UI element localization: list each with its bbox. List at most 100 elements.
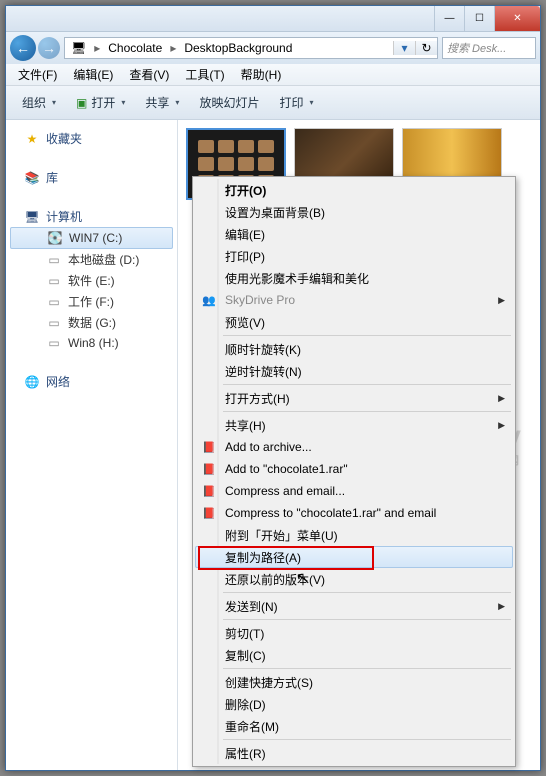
menu-view[interactable]: 查看(V) xyxy=(121,66,177,83)
sidebar-drive[interactable]: ▭本地磁盘 (D:) xyxy=(6,249,177,270)
back-button[interactable]: ← xyxy=(10,35,36,61)
breadcrumb-seg[interactable]: Chocolate xyxy=(102,38,168,58)
drive-icon: ▭ xyxy=(46,294,62,310)
chevron-right-icon: ▸ xyxy=(168,41,178,55)
menu-file[interactable]: 文件(F) xyxy=(10,66,65,83)
titlebar: — ☐ ✕ xyxy=(6,6,540,32)
forward-button[interactable]: → xyxy=(38,37,60,59)
menu-item-label: 使用光影魔术手编辑和美化 xyxy=(225,270,369,287)
submenu-arrow-icon: ▶ xyxy=(498,420,505,431)
menu-item-label: Compress to "chocolate1.rar" and email xyxy=(225,506,436,520)
open-button[interactable]: ▣打开 xyxy=(68,94,133,111)
context-menu-item[interactable]: 剪切(T) xyxy=(195,622,513,644)
drive-icon: ▭ xyxy=(46,315,62,331)
menu-item-icon: 📕 xyxy=(201,483,217,499)
menu-separator xyxy=(223,592,511,593)
context-menu-item[interactable]: 删除(D) xyxy=(195,693,513,715)
menu-help[interactable]: 帮助(H) xyxy=(233,66,290,83)
menu-item-icon: 📕 xyxy=(201,439,217,455)
menu-item-label: 复制(C) xyxy=(225,647,266,664)
drive-label: 数据 (G:) xyxy=(68,314,116,331)
context-menu-item[interactable]: 使用光影魔术手编辑和美化 xyxy=(195,267,513,289)
context-menu-item[interactable]: 还原以前的版本(V) xyxy=(195,568,513,590)
maximize-button[interactable]: ☐ xyxy=(464,6,494,31)
refresh-button[interactable]: ▾ xyxy=(393,41,415,55)
context-menu-item[interactable]: 重命名(M) xyxy=(195,715,513,737)
context-menu-item[interactable]: 打印(P) xyxy=(195,245,513,267)
slideshow-button[interactable]: 放映幻灯片 xyxy=(191,94,267,111)
breadcrumb-seg[interactable]: DesktopBackground xyxy=(178,38,298,58)
context-menu-item[interactable]: 编辑(E) xyxy=(195,223,513,245)
context-menu-item[interactable]: 属性(R) xyxy=(195,742,513,764)
drive-icon: ▭ xyxy=(46,335,62,351)
menu-separator xyxy=(223,411,511,412)
sidebar-drive[interactable]: ▭工作 (F:) xyxy=(6,291,177,312)
sidebar-computer[interactable]: 🖥 计算机 xyxy=(6,206,177,227)
context-menu-item: 👥SkyDrive Pro▶ xyxy=(195,289,513,311)
sidebar-drive[interactable]: 💽WIN7 (C:) xyxy=(10,227,173,249)
sidebar-drive[interactable]: ▭ Win8 (H:) xyxy=(6,333,177,353)
menubar: 文件(F) 编辑(E) 查看(V) 工具(T) 帮助(H) xyxy=(6,64,540,86)
organize-button[interactable]: 组织 xyxy=(14,94,64,111)
menu-separator xyxy=(223,739,511,740)
sidebar-network[interactable]: 🌐 网络 xyxy=(6,371,177,392)
menu-item-icon: 📕 xyxy=(201,505,217,521)
context-menu-item[interactable]: 📕 Add to archive... xyxy=(195,436,513,458)
sidebar-drive[interactable]: ▭ 数据 (G:) xyxy=(6,312,177,333)
submenu-arrow-icon: ▶ xyxy=(498,393,505,404)
submenu-arrow-icon: ▶ xyxy=(498,601,505,612)
context-menu-item[interactable]: 附到「开始」菜单(U) xyxy=(195,524,513,546)
menu-item-label: 创建快捷方式(S) xyxy=(225,674,313,691)
menu-item-label: 重命名(M) xyxy=(225,718,279,735)
breadcrumb[interactable]: 🖥 ▸ Chocolate ▸ DesktopBackground ▾ ↻ xyxy=(64,37,438,59)
context-menu-item[interactable]: 打开(O) xyxy=(195,179,513,201)
context-menu-item[interactable]: 共享(H) ▶ xyxy=(195,414,513,436)
context-menu-item[interactable]: 预览(V) xyxy=(195,311,513,333)
menu-item-label: 复制为路径(A) xyxy=(225,549,301,566)
close-button[interactable]: ✕ xyxy=(494,6,540,31)
refresh-icon[interactable]: ↻ xyxy=(415,41,437,55)
menu-item-label: 共享(H) xyxy=(225,417,266,434)
menu-item-label: Compress and email... xyxy=(225,484,345,498)
context-menu-item[interactable]: 顺时针旋转(K) xyxy=(195,338,513,360)
menu-separator xyxy=(223,384,511,385)
minimize-button[interactable]: — xyxy=(434,6,464,31)
context-menu-item[interactable]: 发送到(N)▶ xyxy=(195,595,513,617)
search-input[interactable]: 搜索 Desk... xyxy=(442,37,536,59)
context-menu-item[interactable]: 逆时针旋转(N) xyxy=(195,360,513,382)
sidebar-favorites[interactable]: ★ 收藏夹 xyxy=(6,128,177,149)
menu-item-label: 剪切(T) xyxy=(225,625,264,642)
toolbar: 组织 ▣打开 共享 放映幻灯片 打印 xyxy=(6,86,540,120)
drive-label: Win8 (H:) xyxy=(68,336,119,350)
sidebar-library[interactable]: 📚 库 xyxy=(6,167,177,188)
menu-item-label: 属性(R) xyxy=(225,745,266,762)
context-menu-item[interactable]: 📕Add to "chocolate1.rar" xyxy=(195,458,513,480)
context-menu-item[interactable]: 设置为桌面背景(B) xyxy=(195,201,513,223)
chevron-right-icon: ▸ xyxy=(92,41,102,55)
menu-item-label: 预览(V) xyxy=(225,314,265,331)
menu-item-label: 打开(O) xyxy=(225,182,266,199)
context-menu-item[interactable]: 📕 Compress to "chocolate1.rar" and email xyxy=(195,502,513,524)
context-menu-item[interactable]: 复制为路径(A) xyxy=(195,546,513,568)
context-menu-item[interactable]: 打开方式(H) ▶ xyxy=(195,387,513,409)
menu-edit[interactable]: 编辑(E) xyxy=(65,66,121,83)
library-icon: 📚 xyxy=(24,170,40,186)
breadcrumb-root-icon[interactable]: 🖥 xyxy=(65,38,92,58)
menu-item-label: SkyDrive Pro xyxy=(225,293,295,307)
menu-separator xyxy=(223,335,511,336)
share-button[interactable]: 共享 xyxy=(137,94,187,111)
computer-icon: 🖥 xyxy=(24,209,40,225)
print-button[interactable]: 打印 xyxy=(271,94,321,111)
menu-item-label: 打开方式(H) xyxy=(225,390,290,407)
drive-label: 本地磁盘 (D:) xyxy=(68,251,139,268)
menu-item-label: Add to archive... xyxy=(225,440,312,454)
nav-bar: ← → 🖥 ▸ Chocolate ▸ DesktopBackground ▾ … xyxy=(6,32,540,64)
menu-tools[interactable]: 工具(T) xyxy=(177,66,232,83)
menu-item-label: Add to "chocolate1.rar" xyxy=(225,462,348,476)
context-menu-item[interactable]: 创建快捷方式(S) xyxy=(195,671,513,693)
context-menu-item[interactable]: 📕 Compress and email... xyxy=(195,480,513,502)
menu-separator xyxy=(223,619,511,620)
menu-item-label: 删除(D) xyxy=(225,696,266,713)
sidebar-drive[interactable]: ▭软件 (E:) xyxy=(6,270,177,291)
context-menu-item[interactable]: 复制(C) xyxy=(195,644,513,666)
